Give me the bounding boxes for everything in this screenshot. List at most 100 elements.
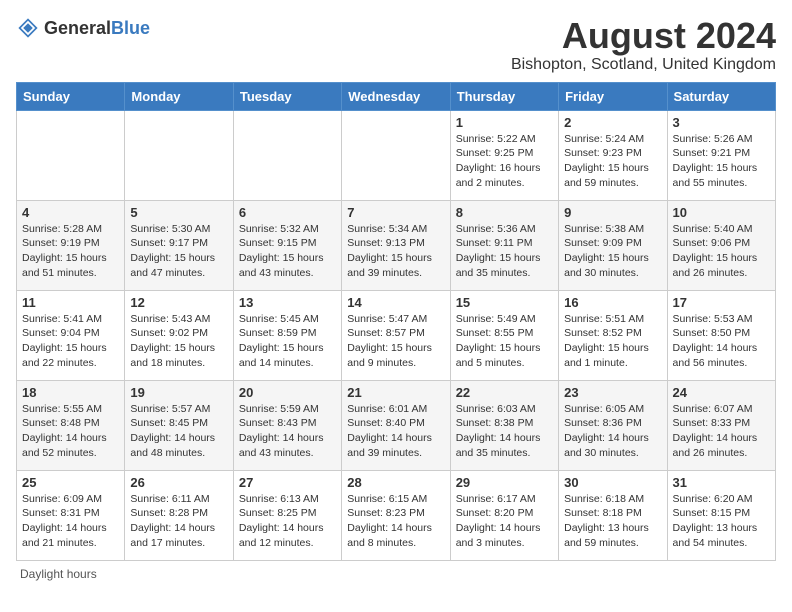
day-cell: 12Sunrise: 5:43 AMSunset: 9:02 PMDayligh… bbox=[125, 290, 233, 380]
day-number: 1 bbox=[456, 115, 553, 130]
day-cell: 19 Sunrise: 5:57 AMSunset: 8:45 PMDayligh… bbox=[125, 380, 233, 470]
day-info: Sunrise: 5:34 AMSunset: 9:13 PMDaylight:… bbox=[347, 222, 444, 281]
day-number: 22 bbox=[456, 385, 553, 400]
day-cell: 18 Sunrise: 5:55 AMSunset: 8:48 PMDayligh… bbox=[17, 380, 125, 470]
day-number: 28 bbox=[347, 475, 444, 490]
day-number: 19 bbox=[130, 385, 227, 400]
day-cell: 30Sunrise: 6:18 AMSunset: 8:18 PMDayligh… bbox=[559, 470, 667, 560]
weekday-header-saturday: Saturday bbox=[667, 82, 775, 110]
month-year-title: August 2024 bbox=[511, 16, 776, 56]
day-info: Sunrise: 6:20 AMSunset: 8:15 PMDaylight:… bbox=[673, 492, 770, 551]
day-number: 9 bbox=[564, 205, 661, 220]
day-cell: 6Sunrise: 5:32 AMSunset: 9:15 PMDaylight… bbox=[233, 200, 341, 290]
day-number: 21 bbox=[347, 385, 444, 400]
day-info: Sunrise: 6:17 AMSunset: 8:20 PMDaylight:… bbox=[456, 492, 553, 551]
day-cell bbox=[342, 110, 450, 200]
location-subtitle: Bishopton, Scotland, United Kingdom bbox=[511, 56, 776, 74]
day-cell: 21 Sunrise: 6:01 AMSunset: 8:40 PMDayligh… bbox=[342, 380, 450, 470]
day-cell: 31 Sunrise: 6:20 AMSunset: 8:15 PMDayligh… bbox=[667, 470, 775, 560]
day-info: Sunrise: 5:40 AMSunset: 9:06 PMDaylight:… bbox=[673, 222, 770, 281]
day-cell: 9 Sunrise: 5:38 AMSunset: 9:09 PMDaylight… bbox=[559, 200, 667, 290]
day-cell bbox=[233, 110, 341, 200]
day-info: Sunrise: 5:36 AMSunset: 9:11 PMDaylight:… bbox=[456, 222, 553, 281]
day-info: Sunrise: 5:57 AMSunset: 8:45 PMDaylight:… bbox=[130, 402, 227, 461]
day-cell: 5 Sunrise: 5:30 AMSunset: 9:17 PMDaylight… bbox=[125, 200, 233, 290]
day-number: 18 bbox=[22, 385, 119, 400]
day-info: Sunrise: 5:51 AMSunset: 8:52 PMDaylight:… bbox=[564, 312, 661, 371]
day-cell: 25Sunrise: 6:09 AMSunset: 8:31 PMDayligh… bbox=[17, 470, 125, 560]
weekday-header-wednesday: Wednesday bbox=[342, 82, 450, 110]
day-info: Sunrise: 5:59 AMSunset: 8:43 PMDaylight:… bbox=[239, 402, 336, 461]
day-cell: 8 Sunrise: 5:36 AMSunset: 9:11 PMDaylight… bbox=[450, 200, 558, 290]
day-cell: 24 Sunrise: 6:07 AMSunset: 8:33 PMDayligh… bbox=[667, 380, 775, 470]
day-cell: 2Sunrise: 5:24 AMSunset: 9:23 PMDaylight… bbox=[559, 110, 667, 200]
day-info: Sunrise: 5:41 AMSunset: 9:04 PMDaylight:… bbox=[22, 312, 119, 371]
day-info: Sunrise: 6:13 AMSunset: 8:25 PMDaylight:… bbox=[239, 492, 336, 551]
day-info: Sunrise: 6:01 AMSunset: 8:40 PMDaylight:… bbox=[347, 402, 444, 461]
day-info: Sunrise: 5:55 AMSunset: 8:48 PMDaylight:… bbox=[22, 402, 119, 461]
day-cell: 20 Sunrise: 5:59 AMSunset: 8:43 PMDayligh… bbox=[233, 380, 341, 470]
day-cell: 26Sunrise: 6:11 AMSunset: 8:28 PMDayligh… bbox=[125, 470, 233, 560]
day-number: 11 bbox=[22, 295, 119, 310]
day-info: Sunrise: 5:38 AMSunset: 9:09 PMDaylight:… bbox=[564, 222, 661, 281]
daylight-hours-label: Daylight hours bbox=[20, 567, 97, 581]
day-number: 27 bbox=[239, 475, 336, 490]
day-number: 14 bbox=[347, 295, 444, 310]
day-cell: 16 Sunrise: 5:51 AMSunset: 8:52 PMDayligh… bbox=[559, 290, 667, 380]
day-number: 15 bbox=[456, 295, 553, 310]
day-number: 31 bbox=[673, 475, 770, 490]
day-info: Sunrise: 5:22 AMSunset: 9:25 PMDaylight:… bbox=[456, 132, 553, 191]
weekday-header-tuesday: Tuesday bbox=[233, 82, 341, 110]
weekday-header-row: SundayMondayTuesdayWednesdayThursdayFrid… bbox=[17, 82, 776, 110]
day-cell: 17Sunrise: 5:53 AMSunset: 8:50 PMDayligh… bbox=[667, 290, 775, 380]
day-number: 20 bbox=[239, 385, 336, 400]
day-info: Sunrise: 6:15 AMSunset: 8:23 PMDaylight:… bbox=[347, 492, 444, 551]
day-info: Sunrise: 5:45 AMSunset: 8:59 PMDaylight:… bbox=[239, 312, 336, 371]
day-number: 13 bbox=[239, 295, 336, 310]
day-number: 16 bbox=[564, 295, 661, 310]
day-cell: 13 Sunrise: 5:45 AMSunset: 8:59 PMDayligh… bbox=[233, 290, 341, 380]
weekday-header-sunday: Sunday bbox=[17, 82, 125, 110]
logo-text-general: General bbox=[44, 19, 111, 37]
weekday-header-thursday: Thursday bbox=[450, 82, 558, 110]
day-cell: 11 Sunrise: 5:41 AMSunset: 9:04 PMDayligh… bbox=[17, 290, 125, 380]
day-cell: 15 Sunrise: 5:49 AMSunset: 8:55 PMDayligh… bbox=[450, 290, 558, 380]
day-number: 23 bbox=[564, 385, 661, 400]
day-number: 24 bbox=[673, 385, 770, 400]
day-number: 8 bbox=[456, 205, 553, 220]
day-number: 30 bbox=[564, 475, 661, 490]
day-number: 29 bbox=[456, 475, 553, 490]
header: General Blue August 2024 Bishopton, Scot… bbox=[16, 16, 776, 74]
day-info: Sunrise: 5:28 AMSunset: 9:19 PMDaylight:… bbox=[22, 222, 119, 281]
day-info: Sunrise: 6:07 AMSunset: 8:33 PMDaylight:… bbox=[673, 402, 770, 461]
day-number: 4 bbox=[22, 205, 119, 220]
day-info: Sunrise: 5:30 AMSunset: 9:17 PMDaylight:… bbox=[130, 222, 227, 281]
day-info: Sunrise: 5:53 AMSunset: 8:50 PMDaylight:… bbox=[673, 312, 770, 371]
day-number: 25 bbox=[22, 475, 119, 490]
day-cell: 7 Sunrise: 5:34 AMSunset: 9:13 PMDaylight… bbox=[342, 200, 450, 290]
day-info: Sunrise: 6:03 AMSunset: 8:38 PMDaylight:… bbox=[456, 402, 553, 461]
week-row-2: 4 Sunrise: 5:28 AMSunset: 9:19 PMDaylight… bbox=[17, 200, 776, 290]
logo: General Blue bbox=[16, 16, 150, 40]
week-row-5: 25Sunrise: 6:09 AMSunset: 8:31 PMDayligh… bbox=[17, 470, 776, 560]
day-info: Sunrise: 5:32 AMSunset: 9:15 PMDaylight:… bbox=[239, 222, 336, 281]
day-number: 5 bbox=[130, 205, 227, 220]
logo-icon bbox=[16, 16, 40, 40]
day-cell: 27 Sunrise: 6:13 AMSunset: 8:25 PMDayligh… bbox=[233, 470, 341, 560]
day-number: 10 bbox=[673, 205, 770, 220]
day-info: Sunrise: 5:47 AMSunset: 8:57 PMDaylight:… bbox=[347, 312, 444, 371]
day-cell: 22 Sunrise: 6:03 AMSunset: 8:38 PMDayligh… bbox=[450, 380, 558, 470]
day-cell: 29 Sunrise: 6:17 AMSunset: 8:20 PMDayligh… bbox=[450, 470, 558, 560]
day-number: 7 bbox=[347, 205, 444, 220]
day-cell: 4 Sunrise: 5:28 AMSunset: 9:19 PMDaylight… bbox=[17, 200, 125, 290]
day-info: Sunrise: 6:05 AMSunset: 8:36 PMDaylight:… bbox=[564, 402, 661, 461]
calendar-table: SundayMondayTuesdayWednesdayThursdayFrid… bbox=[16, 82, 776, 561]
week-row-1: 1 Sunrise: 5:22 AMSunset: 9:25 PMDaylight… bbox=[17, 110, 776, 200]
day-cell: 14 Sunrise: 5:47 AMSunset: 8:57 PMDayligh… bbox=[342, 290, 450, 380]
day-info: Sunrise: 5:24 AMSunset: 9:23 PMDaylight:… bbox=[564, 132, 661, 191]
day-info: Sunrise: 5:26 AMSunset: 9:21 PMDaylight:… bbox=[673, 132, 770, 191]
day-info: Sunrise: 5:49 AMSunset: 8:55 PMDaylight:… bbox=[456, 312, 553, 371]
weekday-header-friday: Friday bbox=[559, 82, 667, 110]
day-info: Sunrise: 6:11 AMSunset: 8:28 PMDaylight:… bbox=[130, 492, 227, 551]
weekday-header-monday: Monday bbox=[125, 82, 233, 110]
